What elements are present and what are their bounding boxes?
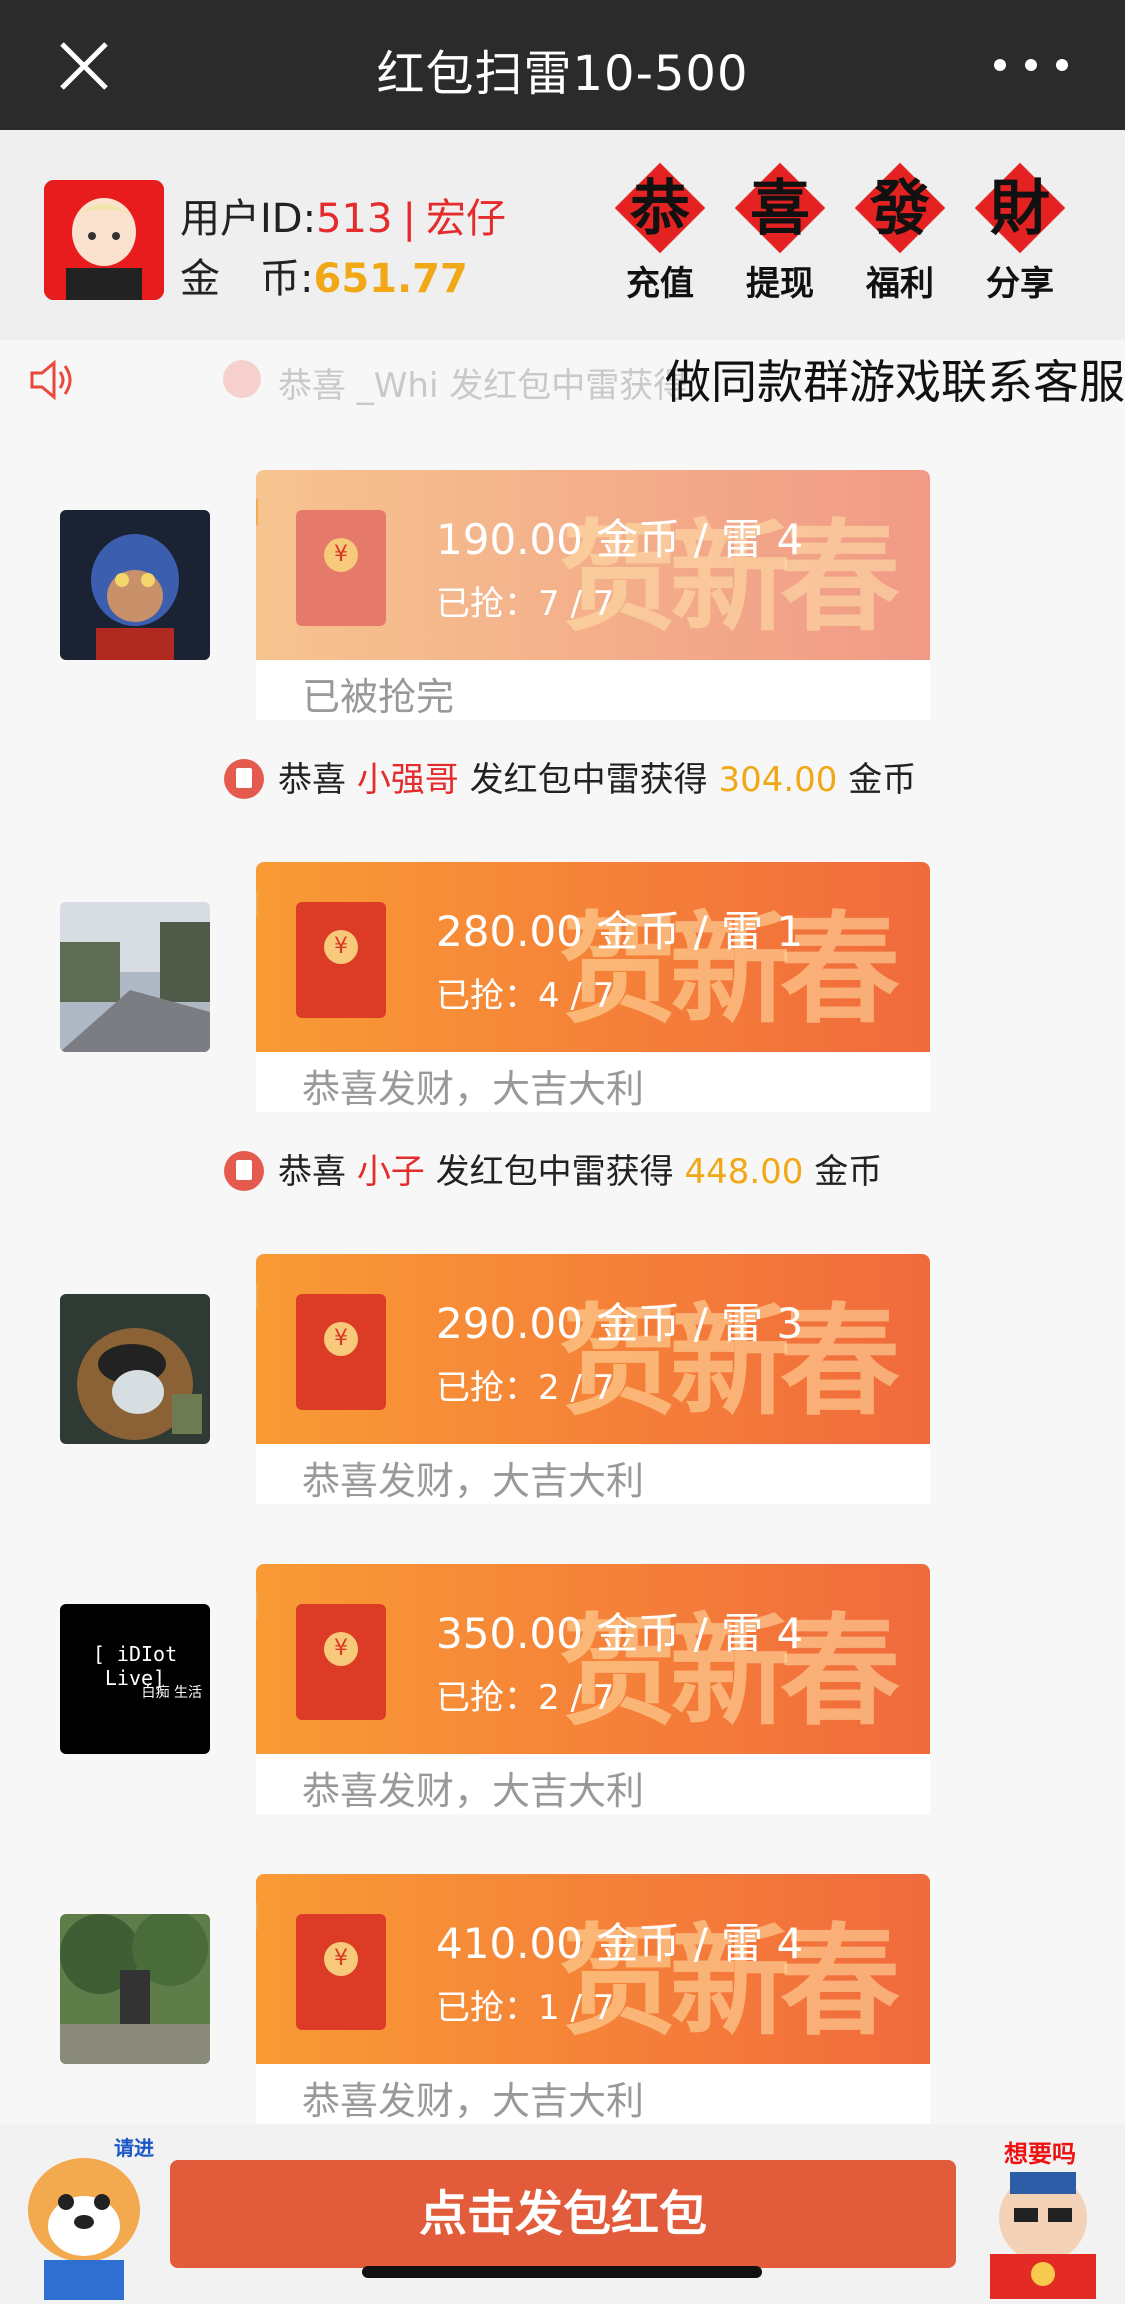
mascot-tag: 想要吗 <box>1004 2140 1076 2168</box>
packet-grab-count: 已抢：2 / 7 <box>436 1678 615 1718</box>
packet-footer-text: 恭喜发财，大吉大利 <box>302 1459 645 1503</box>
red-packet-card[interactable]: ¥ 贺新春 290.00 金币 / 雷 3 已抢：2 / 7 <box>256 1254 930 1454</box>
recharge-button[interactable]: 恭 充值 <box>610 162 710 308</box>
withdraw-label: 提现 <box>746 264 814 304</box>
user-nickname: 宏仔 <box>425 196 506 242</box>
packet-grab-count: 已抢：1 / 7 <box>436 1988 615 2028</box>
win-amount: 304.00 <box>718 760 838 800</box>
recharge-label: 充值 <box>626 264 694 304</box>
red-packet-card[interactable]: ¥ 贺新春 190.00 金币 / 雷 4 已抢：7 / 7 <box>256 470 930 670</box>
notice-scrolling-text: 恭喜 _Whi 发红包中雷获得 <box>223 358 687 407</box>
header-actions: 恭 充值 喜 提现 發 福利 財 分享 <box>610 162 1090 308</box>
welfare-button[interactable]: 發 福利 <box>850 162 950 308</box>
home-indicator[interactable] <box>362 2266 762 2278</box>
packet-amount: 280.00 金币 / 雷 1 <box>436 907 804 956</box>
user-id-value: 513 <box>316 196 393 242</box>
fa-glyph: 發 <box>870 174 930 244</box>
rich-mascot-icon[interactable]: 想要吗 <box>968 2134 1118 2299</box>
user-id-separator: | <box>402 196 416 242</box>
packet-footer-text: 恭喜发财，大吉大利 <box>302 1769 645 1813</box>
packet-footer-text: 恭喜发财，大吉大利 <box>302 1067 645 1111</box>
sender-avatar[interactable] <box>60 902 210 1052</box>
red-packet-icon <box>223 360 261 398</box>
coin-balance: 金 币:651.77 <box>180 246 468 304</box>
packet-footer: 恭喜发财，大吉大利 <box>256 1444 930 1504</box>
avatar-subtitle-text: 白痴 生活 <box>141 1685 202 1701</box>
more-options-icon[interactable] <box>993 58 1069 72</box>
user-id-label: 用户ID: <box>180 196 317 242</box>
win-notification: 恭喜 小子 发红包中雷获得 448.00 金币 <box>224 1144 882 1193</box>
packet-footer-text: 恭喜发财，大吉大利 <box>302 2079 645 2123</box>
withdraw-button[interactable]: 喜 提现 <box>730 162 830 308</box>
user-id-line: 用户ID:513 | 宏仔 <box>180 186 506 244</box>
packet-grab-count: 已抢：2 / 7 <box>436 1368 615 1408</box>
sender-avatar[interactable] <box>60 510 210 660</box>
speaker-icon[interactable] <box>28 358 76 402</box>
share-label: 分享 <box>986 264 1054 304</box>
packet-footer: 恭喜发财，大吉大利 <box>256 1754 930 1814</box>
win-notification: 恭喜 小强哥 发红包中雷获得 304.00 金币 <box>224 752 916 801</box>
send-red-packet-button[interactable]: 点击发包红包 <box>170 2160 956 2268</box>
share-button[interactable]: 財 分享 <box>970 162 1070 308</box>
user-avatar[interactable] <box>44 180 164 300</box>
coin-value: 651.77 <box>313 256 468 302</box>
packet-footer: 已被抢完 <box>256 660 930 720</box>
packet-footer: 恭喜发财，大吉大利 <box>256 1052 930 1112</box>
top-nav-bar: 红包扫雷10-500 <box>0 0 1125 130</box>
winner-name: 小强哥 <box>356 760 459 800</box>
contact-ad-text[interactable]: 做同款群游戏联系客服 <box>665 346 1125 412</box>
red-packet-card[interactable]: ¥ 贺新春 410.00 金币 / 雷 4 已抢：1 / 7 <box>256 1874 930 2074</box>
gong-glyph: 恭 <box>630 174 690 244</box>
red-packet-icon <box>224 1151 264 1191</box>
sender-avatar[interactable] <box>60 1914 210 2064</box>
coin-label: 金 币: <box>180 256 314 302</box>
dog-mascot-icon[interactable]: 请进 <box>14 2130 164 2300</box>
packet-amount: 190.00 金币 / 雷 4 <box>436 515 804 564</box>
sender-avatar[interactable]: [ iDIot Live] 白痴 生活 <box>60 1604 210 1754</box>
sender-avatar[interactable] <box>60 1294 210 1444</box>
red-envelope-icon: ¥ <box>296 510 386 626</box>
packet-amount: 350.00 金币 / 雷 4 <box>436 1609 804 1658</box>
packet-grab-count: 已抢：7 / 7 <box>436 584 615 624</box>
win-amount: 448.00 <box>684 1152 804 1192</box>
red-packet-card[interactable]: ¥ 贺新春 350.00 金币 / 雷 4 已抢：2 / 7 <box>256 1564 930 1764</box>
packet-footer: 恭喜发财，大吉大利 <box>256 2064 930 2124</box>
packet-footer-text: 已被抢完 <box>302 675 455 719</box>
welfare-label: 福利 <box>866 264 934 304</box>
red-envelope-icon: ¥ <box>296 1604 386 1720</box>
packet-amount: 410.00 金币 / 雷 4 <box>436 1919 804 1968</box>
cai-glyph: 財 <box>990 174 1050 244</box>
page-title: 红包扫雷10-500 <box>376 46 749 102</box>
red-packet-icon <box>224 759 264 799</box>
red-envelope-icon: ¥ <box>296 902 386 1018</box>
winner-name: 小子 <box>356 1152 425 1192</box>
xi-glyph: 喜 <box>750 174 810 244</box>
red-envelope-icon: ¥ <box>296 1294 386 1410</box>
notice-bar: 恭喜 _Whi 发红包中雷获得 做同款群游戏联系客服 <box>0 340 1125 420</box>
user-header: 用户ID:513 | 宏仔 金 币:651.77 恭 充值 喜 提现 發 福利 財 … <box>0 130 1125 340</box>
mascot-tag: 请进 <box>114 2136 154 2160</box>
red-packet-card[interactable]: ¥ 贺新春 280.00 金币 / 雷 1 已抢：4 / 7 <box>256 862 930 1062</box>
packet-grab-count: 已抢：4 / 7 <box>436 976 615 1016</box>
packet-amount: 290.00 金币 / 雷 3 <box>436 1299 804 1348</box>
red-envelope-icon: ¥ <box>296 1914 386 2030</box>
